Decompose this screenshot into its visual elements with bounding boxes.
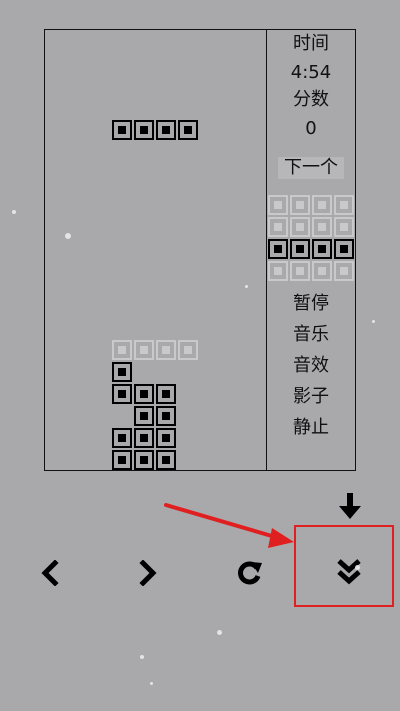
snow-particle — [65, 233, 71, 239]
snow-particle — [355, 565, 360, 570]
snow-particle — [245, 285, 248, 288]
snow-particle — [140, 655, 144, 659]
snow-particle — [150, 682, 153, 685]
snow-particle — [217, 630, 222, 635]
snow-particle — [372, 320, 375, 323]
snow-particle — [12, 210, 16, 214]
annotation-arrow-icon — [164, 503, 294, 548]
